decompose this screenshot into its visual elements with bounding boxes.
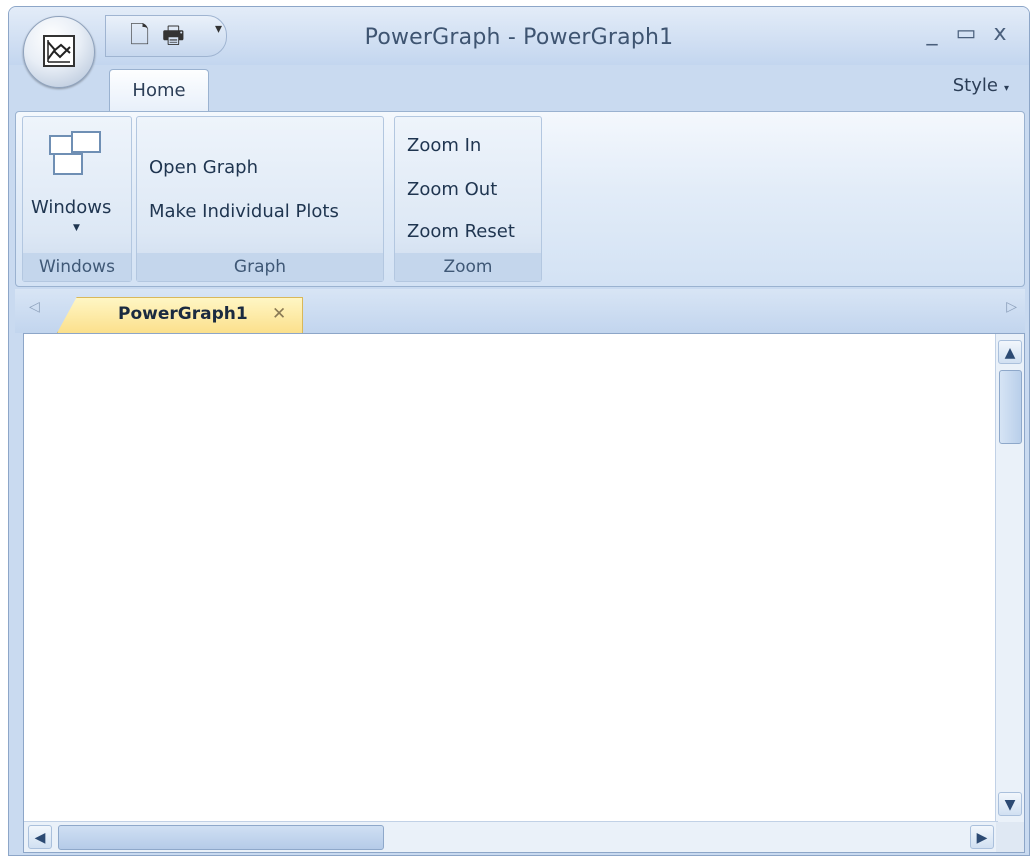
ribbon-group-graph: Open Graph Make Individual Plots Graph	[136, 116, 384, 282]
close-button[interactable]: x	[985, 21, 1015, 46]
horizontal-scroll-thumb[interactable]	[58, 825, 384, 850]
group-label-graph: Graph	[137, 253, 383, 281]
style-menu[interactable]: Style ▾	[953, 75, 1009, 96]
ribbon-group-zoom: Zoom In Zoom Out Zoom Reset Zoom	[394, 116, 542, 282]
scroll-down-button[interactable]: ▼	[998, 792, 1022, 816]
maximize-button[interactable]: ▭	[951, 21, 981, 46]
chevron-down-icon: ▾	[1003, 83, 1009, 94]
scroll-left-button[interactable]: ◀	[28, 825, 52, 849]
scroll-right-button[interactable]: ▶	[970, 825, 994, 849]
tab-home[interactable]: Home	[109, 69, 209, 111]
app-window: 🗋 🖶 ▾ PowerGraph - PowerGraph1 _ ▭ x Hom…	[8, 6, 1030, 856]
vertical-scroll-thumb[interactable]	[999, 370, 1022, 444]
ribbon-tab-row: Home Style ▾	[9, 65, 1029, 111]
zoom-in-button[interactable]: Zoom In	[407, 135, 481, 156]
app-logo-icon	[43, 35, 75, 67]
style-menu-label: Style	[952, 75, 998, 96]
windows-button-label: Windows	[31, 197, 112, 218]
application-menu-button[interactable]	[23, 16, 95, 88]
open-graph-button[interactable]: Open Graph	[149, 157, 258, 178]
document-tab-label: PowerGraph1	[118, 304, 248, 324]
make-individual-plots-button[interactable]: Make Individual Plots	[149, 201, 339, 222]
graph-canvas[interactable]: ▲ ▼ ◀ ▶	[23, 333, 1025, 853]
scroll-up-button[interactable]: ▲	[998, 340, 1022, 364]
zoom-reset-button[interactable]: Zoom Reset	[407, 221, 515, 242]
chevron-down-icon: ▼	[73, 223, 80, 233]
minimize-button[interactable]: _	[917, 21, 947, 46]
ribbon-group-windows: Windows ▼ Windows	[22, 116, 132, 282]
document-tab-powergraph1[interactable]: PowerGraph1 ✕	[57, 297, 303, 333]
title-bar: 🗋 🖶 ▾ PowerGraph - PowerGraph1 _ ▭ x	[9, 7, 1029, 65]
window-title: PowerGraph - PowerGraph1	[364, 25, 674, 50]
document-tab-strip: ◁ PowerGraph1 ✕ ▷	[15, 289, 1025, 333]
windows-icon	[49, 131, 103, 179]
scroll-tabs-right-button[interactable]: ▷	[1006, 299, 1017, 315]
ribbon: Windows ▼ Windows Open Graph Make Indivi…	[15, 111, 1025, 287]
scroll-tabs-left-button[interactable]: ◁	[29, 299, 40, 315]
close-tab-icon[interactable]: ✕	[272, 304, 286, 324]
horizontal-scrollbar[interactable]: ◀ ▶	[24, 821, 998, 852]
windows-button[interactable]: Windows ▼	[23, 117, 133, 251]
group-label-zoom: Zoom	[395, 253, 541, 281]
scrollbar-corner	[996, 822, 1024, 852]
zoom-out-button[interactable]: Zoom Out	[407, 179, 497, 200]
vertical-scrollbar[interactable]: ▲ ▼	[995, 334, 1024, 822]
group-label-windows: Windows	[23, 253, 131, 281]
